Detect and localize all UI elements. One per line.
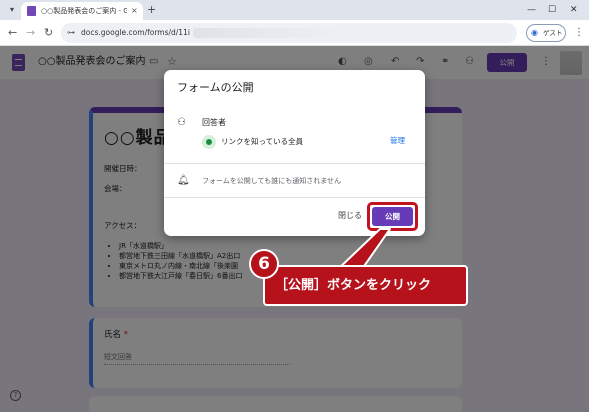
callout-text: ［公開］ボタンをクリック — [275, 278, 432, 293]
step-number-badge: 6 — [249, 249, 279, 279]
callout-pointer — [334, 228, 391, 273]
callout-box: ［公開］ボタンをクリック — [263, 265, 468, 306]
